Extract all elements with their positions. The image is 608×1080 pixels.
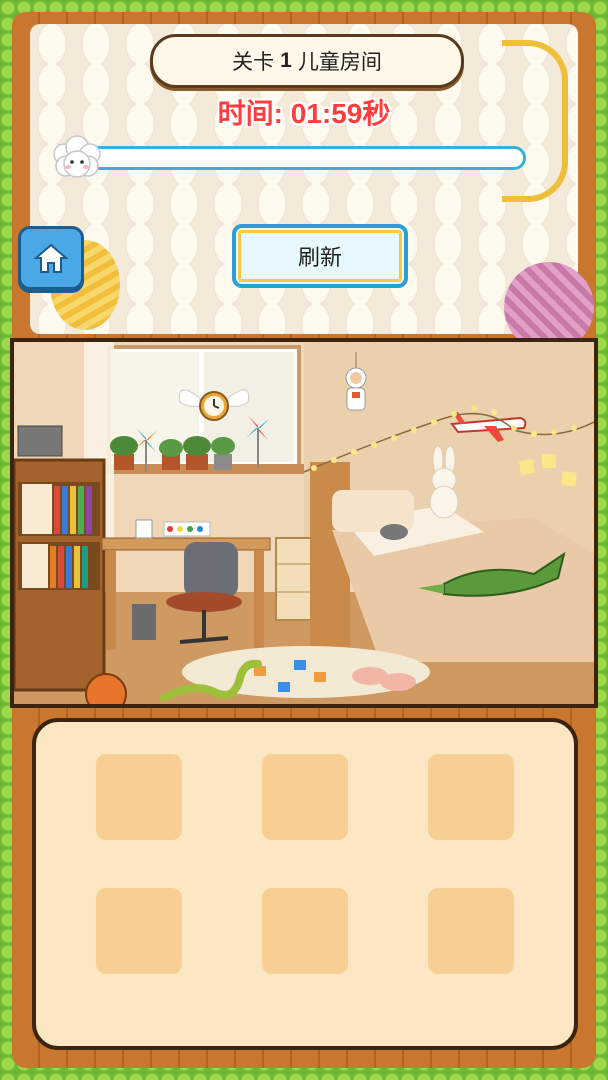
level-name: 儿童房间 <box>297 51 382 74</box>
item-slot <box>262 888 348 974</box>
item-slot <box>96 754 182 840</box>
item-slot <box>96 888 182 974</box>
collected-items-tray <box>32 718 578 1050</box>
item-slot <box>428 754 514 840</box>
item-slot <box>262 754 348 840</box>
home-button[interactable] <box>18 226 84 290</box>
progress-bar <box>66 146 526 170</box>
level-title: 关卡 1 儿童房间 <box>150 34 464 88</box>
sheep-icon <box>53 135 101 178</box>
level-prefix: 关卡 <box>232 51 275 74</box>
item-slot <box>428 888 514 974</box>
refresh-button[interactable]: 刷新 <box>232 224 408 288</box>
home-icon <box>34 243 68 273</box>
hidden-object-scene[interactable] <box>10 338 598 708</box>
countdown-timer: 时间: 01:59秒 <box>217 98 391 129</box>
level-number: 1 <box>280 49 292 72</box>
